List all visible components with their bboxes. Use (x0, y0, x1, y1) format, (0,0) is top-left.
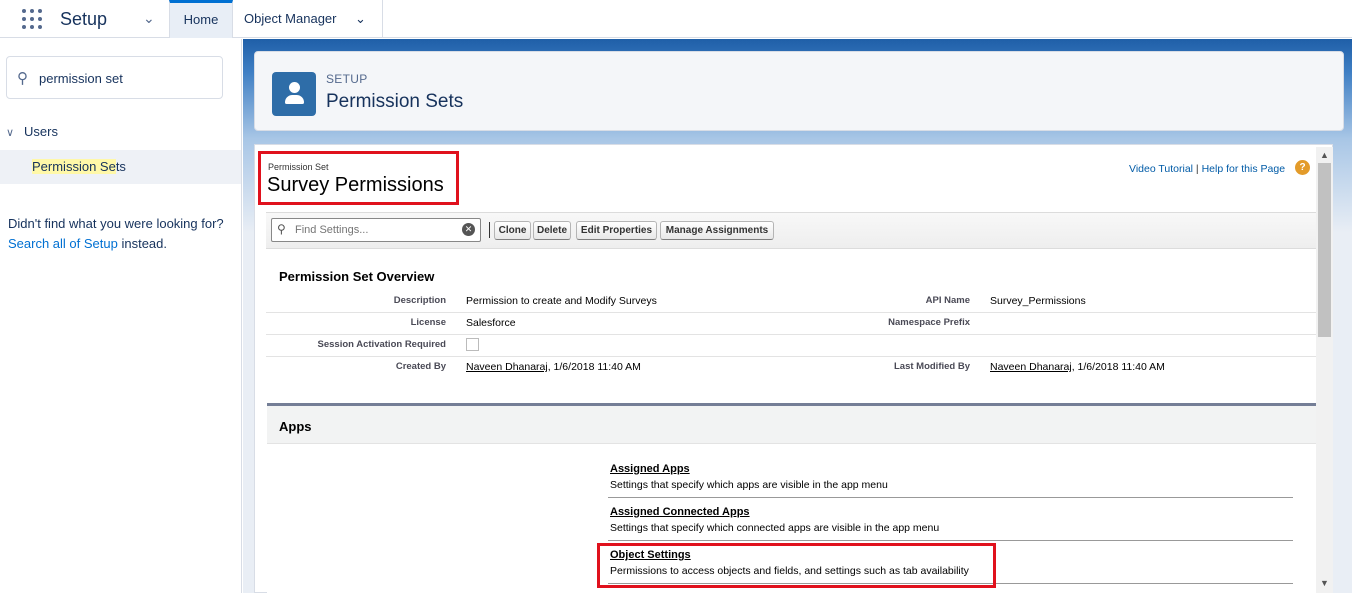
chevron-down-icon[interactable]: ⌄ (355, 11, 366, 27)
api-name-label: API Name (925, 295, 970, 306)
page-title: Permission Sets (326, 91, 464, 112)
session-activation-label: Session Activation Required (317, 339, 446, 350)
not-found-text: Didn't find what you were looking for? (8, 216, 224, 231)
assigned-apps-link[interactable]: Assigned Apps (610, 463, 690, 475)
description-value: Permission to create and Modify Surveys (466, 295, 657, 307)
app-name: Setup (60, 9, 108, 29)
modified-date: , 1/6/2018 11:40 AM (1071, 361, 1165, 373)
video-tutorial-link[interactable]: Video Tutorial (1129, 163, 1193, 175)
apps-divider (608, 540, 1293, 541)
created-by-label: Created By (395, 361, 446, 372)
user-icon (272, 72, 316, 116)
delete-button[interactable]: Delete (533, 221, 571, 240)
quick-find-input[interactable] (39, 67, 219, 89)
clear-icon[interactable]: ✕ (462, 223, 475, 236)
created-by-value: Naveen Dhanaraj, 1/6/2018 11:40 AM (466, 361, 641, 373)
last-modified-value: Naveen Dhanaraj, 1/6/2018 11:40 AM (990, 361, 1165, 373)
apps-divider (608, 497, 1293, 498)
created-by-user-link[interactable]: Naveen Dhanaraj (466, 361, 548, 373)
page-eyebrow: SETUP (326, 72, 368, 86)
api-name-value: Survey_Permissions (990, 295, 1086, 307)
not-found-suffix: instead. (117, 236, 168, 251)
search-icon: ⚲ (17, 70, 28, 87)
tree-node-users[interactable]: ∨ Users (6, 124, 58, 139)
tree-node-label-rest: ts (115, 159, 126, 174)
top-navigation-bar: Setup ⌄ Home Object Manager ⌄ (0, 0, 1352, 38)
scrollbar-thumb[interactable] (1318, 163, 1331, 337)
search-all-setup-link[interactable]: Search all of Setup (8, 236, 118, 251)
find-settings-input[interactable] (295, 222, 455, 238)
not-found-message: Didn't find what you were looking for? S… (8, 214, 230, 254)
tab-home[interactable]: Home (169, 0, 233, 38)
help-icon[interactable]: ? (1295, 160, 1310, 175)
setup-sidebar: ⚲ ∨Users Permission Sets Didn't find wha… (0, 39, 242, 593)
edit-properties-button[interactable]: Edit Properties (576, 221, 657, 240)
tree-node-permission-sets[interactable]: Permission Sets (0, 150, 241, 184)
help-page-link[interactable]: Help for this Page (1202, 163, 1285, 175)
assigned-connected-apps-link[interactable]: Assigned Connected Apps (610, 506, 750, 518)
chevron-down-icon[interactable]: ∨ (6, 126, 24, 139)
last-modified-label: Last Modified By (893, 361, 970, 372)
apps-section-title: Apps (279, 419, 312, 434)
find-settings-box[interactable]: ⚲ ✕ (271, 218, 481, 242)
annotation-highlight-box (258, 151, 459, 205)
help-separator: | (1193, 163, 1202, 175)
quick-find-box[interactable]: ⚲ (6, 56, 223, 99)
app-launcher-icon[interactable] (22, 9, 44, 31)
apps-section-header: Apps (267, 406, 1316, 444)
clone-button[interactable]: Clone (494, 221, 531, 240)
description-label: Description (393, 295, 446, 306)
assigned-apps-description: Settings that specify which apps are vis… (610, 479, 888, 491)
modified-by-user-link[interactable]: Naveen Dhanaraj (990, 361, 1072, 373)
search-highlight: Permission Se (32, 159, 116, 174)
created-date: , 1/6/2018 11:40 AM (547, 361, 641, 373)
chevron-down-icon[interactable]: ⌄ (143, 10, 155, 27)
page-header: SETUP Permission Sets (254, 51, 1344, 131)
overview-heading: Permission Set Overview (279, 269, 435, 284)
session-activation-checkbox (466, 338, 479, 351)
search-icon: ⚲ (277, 222, 286, 236)
namespace-prefix-label: Namespace Prefix (888, 317, 970, 328)
assigned-connected-apps-description: Settings that specify which connected ap… (610, 522, 940, 534)
tree-node-users-label: Users (24, 124, 58, 139)
toolbar-divider (489, 222, 490, 238)
row-divider (266, 312, 1316, 313)
license-label: License (410, 317, 446, 328)
annotation-highlight-box (597, 543, 996, 588)
manage-assignments-button[interactable]: Manage Assignments (660, 221, 774, 240)
row-divider (266, 334, 1316, 335)
vertical-scrollbar[interactable]: ▲ ▼ (1316, 147, 1333, 593)
scroll-down-icon[interactable]: ▼ (1316, 575, 1333, 591)
scroll-up-icon[interactable]: ▲ (1316, 147, 1333, 163)
help-links: Video Tutorial | Help for this Page (1129, 163, 1285, 175)
license-value: Salesforce (466, 317, 516, 329)
row-divider (266, 356, 1316, 357)
